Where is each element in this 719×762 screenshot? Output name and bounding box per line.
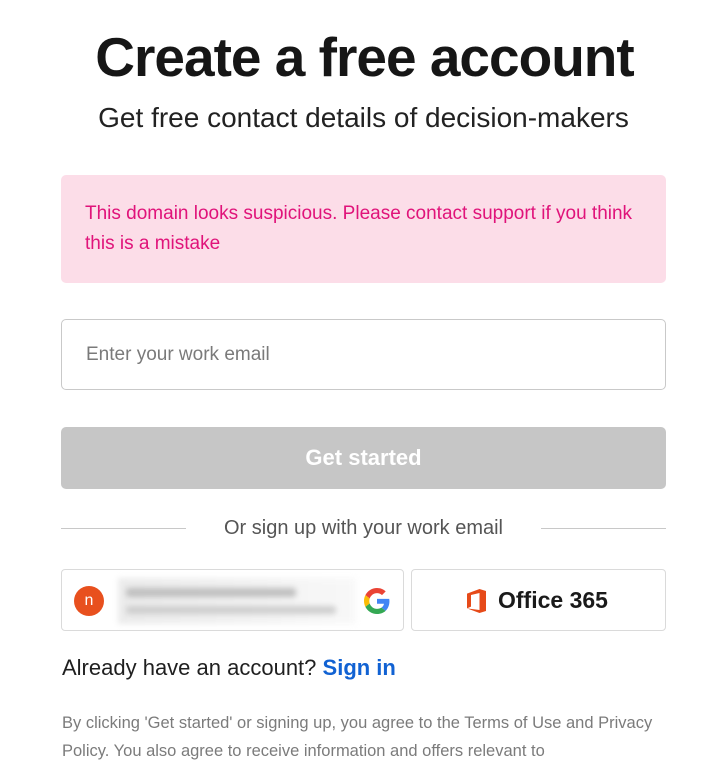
signin-prompt: Already have an account? xyxy=(62,655,317,680)
signup-page: Create a free account Get free contact d… xyxy=(0,0,719,762)
legal-text: By clicking 'Get started' or signing up,… xyxy=(62,714,653,760)
account-avatar: n xyxy=(74,586,104,616)
office365-icon xyxy=(467,589,486,613)
office365-label: Office 365 xyxy=(498,587,608,613)
alert-message: This domain looks suspicious. Please con… xyxy=(85,203,633,254)
divider-text: Or sign up with your work email xyxy=(224,517,503,539)
office365-signup-button[interactable]: Office 365 xyxy=(411,569,666,631)
blurred-account-details xyxy=(118,578,356,624)
google-signup-button[interactable]: n xyxy=(61,569,404,631)
divider-line-right xyxy=(541,528,666,529)
divider-line-left xyxy=(61,528,186,529)
domain-warning-alert: This domain looks suspicious. Please con… xyxy=(61,175,666,283)
page-subtitle: Get free contact details of decision-mak… xyxy=(98,102,629,133)
get-started-button[interactable]: Get started xyxy=(61,427,666,489)
signin-row: Already have an account? Sign in xyxy=(62,652,396,684)
signin-link[interactable]: Sign in xyxy=(323,655,396,680)
email-input[interactable] xyxy=(61,319,666,390)
page-title: Create a free account xyxy=(95,26,634,88)
sso-divider: Or sign up with your work email xyxy=(61,514,666,542)
google-icon xyxy=(364,588,390,614)
